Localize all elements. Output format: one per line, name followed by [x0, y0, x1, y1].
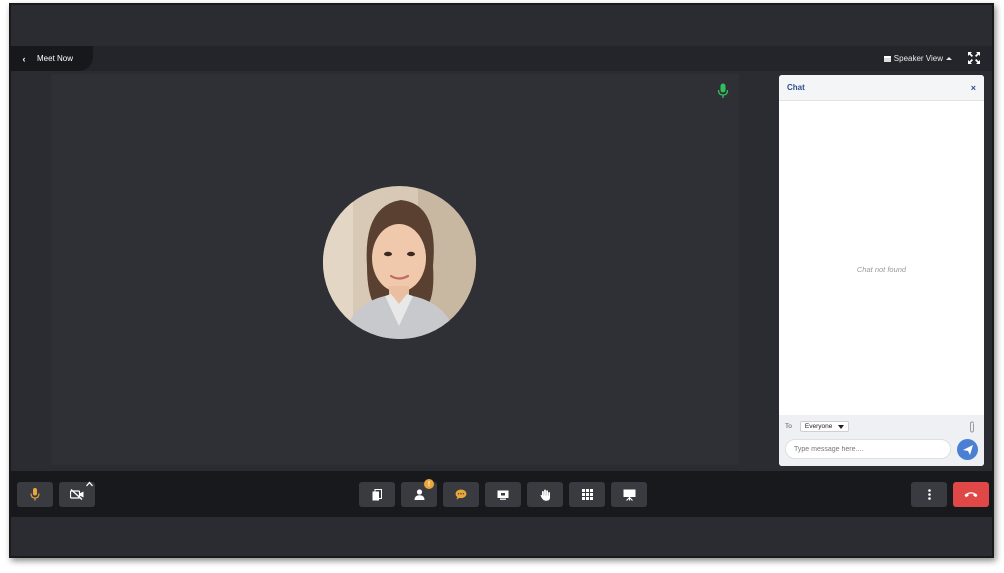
message-input[interactable]: [785, 439, 951, 459]
back-button[interactable]: ‹ Meet Now: [11, 46, 93, 71]
camera-button[interactable]: [59, 481, 95, 507]
chat-button[interactable]: [443, 482, 479, 507]
participants-badge: !: [424, 479, 434, 489]
view-label: Speaker View: [893, 54, 943, 63]
attachment-icon[interactable]: [968, 421, 976, 433]
more-options-button[interactable]: [911, 482, 947, 507]
caret-up-icon[interactable]: [86, 481, 93, 488]
speaker-view-toggle[interactable]: Speaker View: [883, 46, 952, 71]
screen-share-button[interactable]: [485, 482, 521, 507]
layout-icon: [883, 55, 891, 62]
participant-avatar: [323, 186, 476, 339]
microphone-icon: [30, 488, 40, 501]
chevron-down-icon: [838, 424, 845, 429]
participants-button[interactable]: !: [401, 479, 437, 507]
send-button[interactable]: [957, 439, 978, 460]
chat-empty-message: Chat not found: [856, 265, 907, 274]
call-toolbar: !: [11, 471, 992, 517]
chevron-left-icon: ‹: [22, 53, 26, 64]
copy-icon: [372, 488, 382, 500]
caret-up-icon: [946, 57, 952, 60]
close-icon[interactable]: ×: [971, 83, 976, 93]
meeting-title: Meet Now: [37, 54, 74, 63]
top-bar: ‹ Meet Now Speaker View: [11, 46, 992, 71]
meeting-window: ‹ Meet Now Speaker View Chat × Chat not …: [9, 3, 994, 558]
more-icon: [927, 489, 931, 500]
expand-icon[interactable]: [968, 52, 980, 64]
send-icon: [962, 444, 973, 455]
chat-composer: To Everyone: [779, 415, 984, 466]
recipient-value: Everyone: [804, 423, 833, 430]
chat-title: Chat: [787, 83, 805, 92]
grid-button[interactable]: [569, 482, 605, 507]
whiteboard-button[interactable]: [611, 482, 647, 507]
chat-header: Chat ×: [779, 75, 984, 101]
chat-icon: [455, 489, 467, 500]
participants-icon: [414, 489, 424, 500]
recipient-label: To: [785, 423, 792, 430]
microphone-button[interactable]: [17, 482, 53, 507]
speaking-microphone-icon: [717, 83, 729, 98]
recipient-row: To Everyone: [785, 421, 850, 432]
grid-icon: [581, 489, 593, 500]
video-off-icon: [70, 489, 84, 500]
whiteboard-icon: [623, 489, 635, 501]
raise-hand-icon: [540, 489, 550, 501]
recipient-select[interactable]: Everyone: [799, 421, 850, 432]
end-call-icon: [964, 492, 978, 498]
screen-share-icon: [497, 490, 509, 500]
end-call-button[interactable]: [953, 482, 989, 507]
raise-hand-button[interactable]: [527, 482, 563, 507]
chat-panel: Chat × Chat not found To Everyone: [779, 75, 984, 466]
copy-button[interactable]: [359, 482, 395, 507]
